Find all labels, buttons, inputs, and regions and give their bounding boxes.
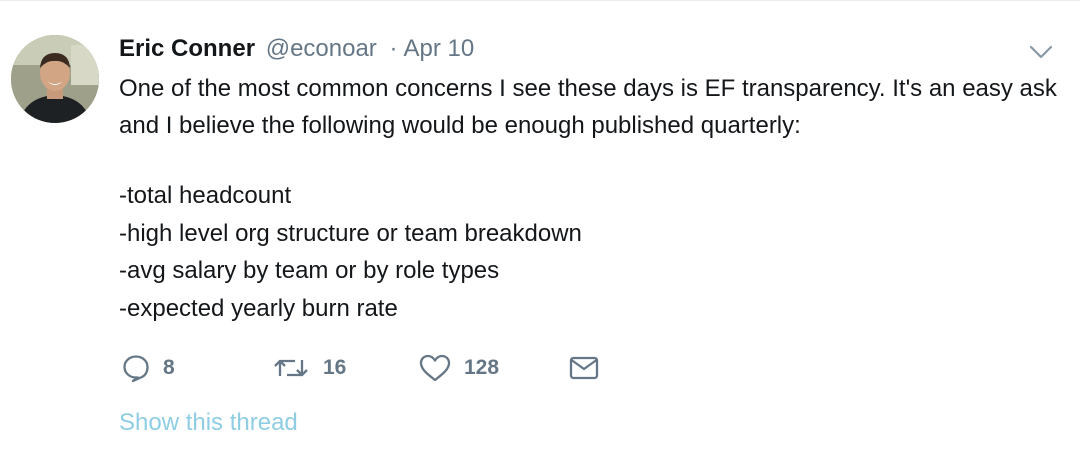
author-name[interactable]: Eric Conner (119, 35, 255, 62)
tweet-list: -total headcount -high level org structu… (119, 177, 1059, 327)
tweet-intro: One of the most common concerns I see th… (119, 75, 1057, 139)
reply-button[interactable]: 8 (121, 349, 175, 387)
chevron-down-icon[interactable] (1026, 41, 1056, 63)
envelope-icon (568, 353, 600, 383)
author-handle[interactable]: @econoar (266, 35, 377, 62)
retweet-button[interactable]: 16 (271, 349, 346, 387)
list-item: -avg salary by team or by role types (119, 257, 500, 284)
retweet-count: 16 (323, 356, 347, 379)
list-item: -total headcount (119, 182, 292, 209)
direct-message-button[interactable] (568, 349, 600, 387)
separator-dot: · (389, 35, 398, 62)
tweet-date[interactable]: Apr 10 (403, 35, 474, 62)
retweet-icon (271, 353, 311, 383)
like-button[interactable]: 128 (418, 349, 499, 387)
like-count: 128 (464, 356, 500, 379)
reply-icon (121, 353, 151, 383)
reply-count: 8 (163, 356, 175, 379)
list-item: -expected yearly burn rate (119, 294, 398, 322)
tweet-text: One of the most common concerns I see th… (119, 70, 1059, 327)
action-bar: 8 16 128 (119, 349, 719, 387)
show-thread-link[interactable]: Show this thread (119, 407, 298, 439)
tweet: Eric Conner @econoar · Apr 10 One of the … (0, 0, 1080, 450)
tweet-header: Eric Conner @econoar · Apr 10 (119, 34, 474, 64)
list-item: -high level org structure or team breakd… (119, 219, 582, 247)
heart-icon (418, 353, 452, 383)
avatar[interactable] (11, 35, 99, 123)
